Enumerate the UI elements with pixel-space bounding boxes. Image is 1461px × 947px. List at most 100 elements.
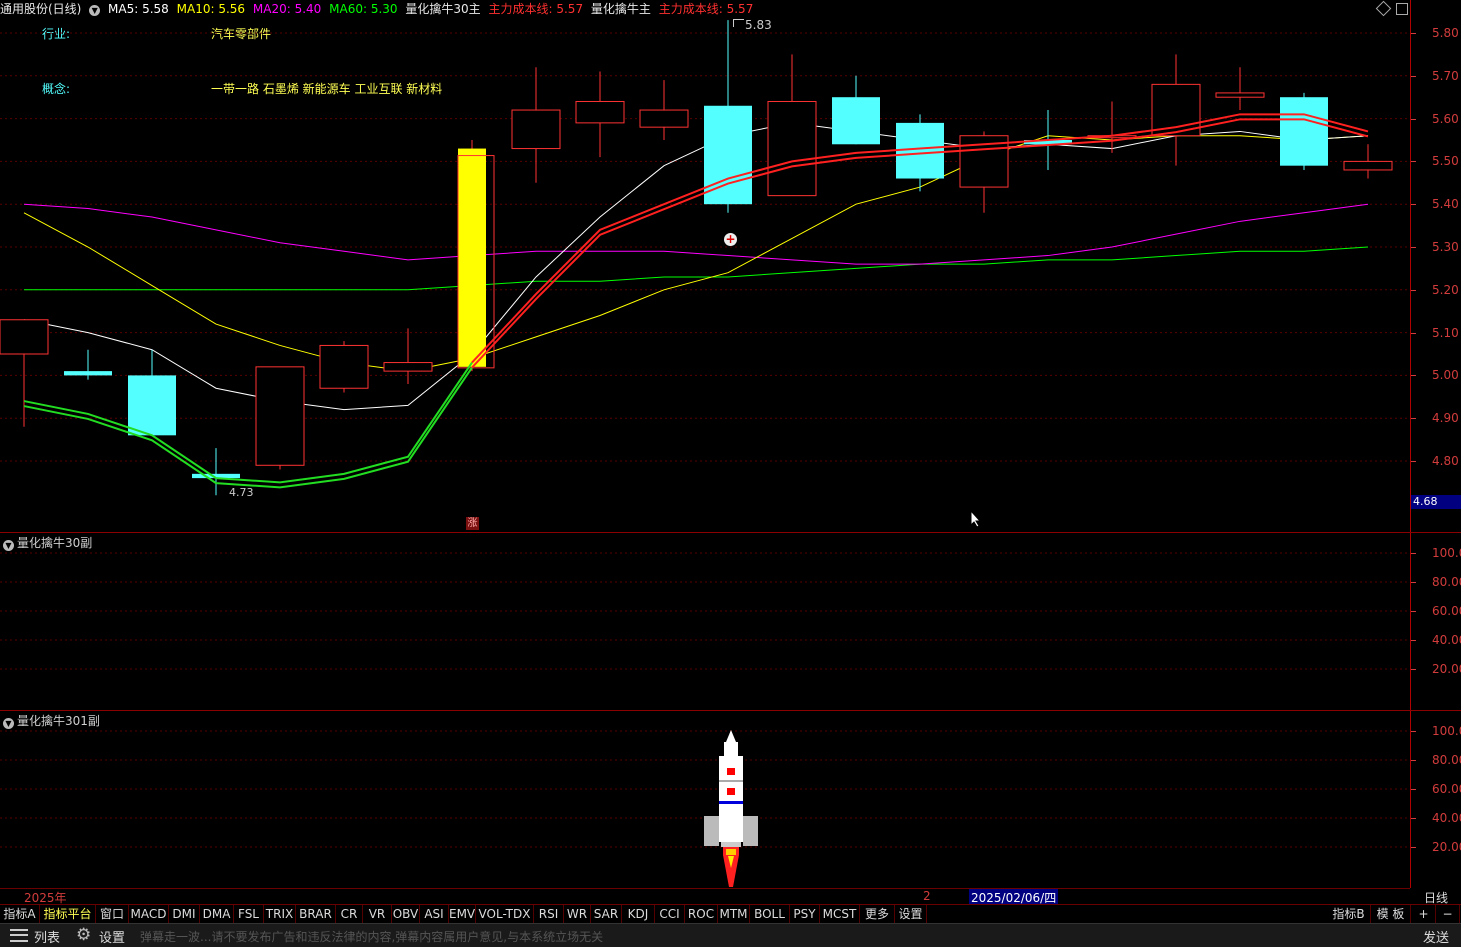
tab-KDJ[interactable]: KDJ bbox=[622, 905, 655, 923]
cost-line bbox=[23, 366, 473, 489]
price-tick bbox=[1411, 418, 1416, 420]
tab-ROC[interactable]: ROC bbox=[685, 905, 718, 923]
indicator-tick-label: 80.00 bbox=[1432, 753, 1461, 767]
indicator-tick bbox=[1411, 640, 1416, 641]
price-axis-border bbox=[1410, 0, 1411, 888]
tab-right-0[interactable]: 指标B bbox=[1327, 905, 1371, 923]
tab-BOLL[interactable]: BOLL bbox=[750, 905, 790, 923]
candlestick-chart[interactable] bbox=[0, 0, 1461, 532]
tab-设置[interactable]: 设置 bbox=[895, 905, 927, 923]
indicator-tick bbox=[1411, 669, 1416, 670]
candle-body-up bbox=[255, 366, 305, 466]
status-bar: 列表 ⚙ 设置 弹幕走一波...请不要发布广告和违反法律的内容,弹幕内容属用户意… bbox=[0, 923, 1461, 947]
limit-up-marker: 涨 bbox=[466, 517, 479, 530]
ma20-line bbox=[23, 203, 1369, 265]
tab-right-2[interactable]: + bbox=[1412, 905, 1436, 923]
sub1-panel[interactable] bbox=[0, 533, 1410, 710]
tab-MCST[interactable]: MCST bbox=[820, 905, 860, 923]
tab-EMV[interactable]: EMV bbox=[449, 905, 476, 923]
tab-VOL-TDX[interactable]: VOL-TDX bbox=[476, 905, 534, 923]
candle-body-up bbox=[1343, 160, 1393, 171]
price-tick bbox=[1411, 461, 1416, 462]
indicator-tick-label: 40.00 bbox=[1432, 633, 1461, 647]
price-tick bbox=[1411, 375, 1416, 377]
tab-TRIX[interactable]: TRIX bbox=[264, 905, 296, 923]
rocket-icon bbox=[704, 730, 758, 887]
indicator-tick bbox=[1411, 553, 1416, 554]
candle-body-up bbox=[575, 100, 625, 124]
tab-DMA[interactable]: DMA bbox=[200, 905, 234, 923]
add-marker-icon[interactable]: + bbox=[724, 233, 737, 246]
candle-body-up bbox=[639, 109, 689, 128]
indicator-tab-bar: 指标A 指标平台 窗口 MACD DMI DMA FSL TRIX BRAR CR VR OBV ASI… bbox=[0, 904, 1461, 923]
candle-body-up bbox=[1215, 92, 1265, 98]
tab-PSY[interactable]: PSY bbox=[790, 905, 820, 923]
list-button[interactable]: 列表 bbox=[34, 927, 60, 946]
price-tick-label: 5.30 bbox=[1432, 240, 1459, 254]
tab-SAR[interactable]: SAR bbox=[591, 905, 622, 923]
tab-MTM[interactable]: MTM bbox=[718, 905, 750, 923]
tab-BRAR[interactable]: BRAR bbox=[296, 905, 336, 923]
indicator-tick-label: 60.00 bbox=[1432, 782, 1461, 796]
gear-icon[interactable]: ⚙ bbox=[76, 925, 91, 945]
price-tick-label: 5.60 bbox=[1432, 111, 1459, 126]
send-button[interactable]: 发送 bbox=[1423, 927, 1449, 946]
price-tick bbox=[1411, 247, 1416, 248]
indicator-tick bbox=[1411, 847, 1416, 848]
tab-CR[interactable]: CR bbox=[336, 905, 363, 923]
price-tick-label: 5.00 bbox=[1432, 368, 1459, 383]
indicator-tick-label: 80.00 bbox=[1432, 575, 1461, 589]
tab-ASI[interactable]: ASI bbox=[420, 905, 449, 923]
price-tick bbox=[1411, 161, 1416, 163]
candle-body-down bbox=[896, 122, 944, 179]
price-tick bbox=[1411, 75, 1416, 77]
indicator-tick bbox=[1411, 760, 1416, 761]
candle-body-down bbox=[64, 371, 112, 376]
price-tick bbox=[1411, 33, 1416, 34]
date-bar: 2025年 2 2025/02/06/四 bbox=[0, 888, 1410, 905]
price-tick-label: 5.50 bbox=[1432, 154, 1459, 169]
current-price-tag: 4.68 bbox=[1411, 495, 1461, 509]
high-price-label: 5.83 bbox=[745, 18, 772, 32]
tab-指标A[interactable]: 指标A bbox=[0, 905, 40, 923]
candle-body-up bbox=[319, 344, 369, 389]
indicator-tick bbox=[1411, 611, 1416, 612]
tab-FSL[interactable]: FSL bbox=[234, 905, 264, 923]
tab-CCI[interactable]: CCI bbox=[655, 905, 685, 923]
indicator-tick-label: 60.00 bbox=[1432, 604, 1461, 618]
tab-MACD[interactable]: MACD bbox=[129, 905, 169, 923]
candle-body-down bbox=[1280, 97, 1328, 166]
tab-VR[interactable]: VR bbox=[363, 905, 392, 923]
month-label: 2 bbox=[923, 889, 931, 903]
tab-right-3[interactable]: − bbox=[1436, 905, 1460, 923]
price-tick-label: 5.70 bbox=[1432, 68, 1459, 83]
indicator-tick-label: 20.00 bbox=[1432, 840, 1461, 854]
price-tick-label: 5.10 bbox=[1432, 325, 1459, 340]
tab-DMI[interactable]: DMI bbox=[169, 905, 200, 923]
candle-body-up bbox=[767, 100, 817, 197]
indicator-tick bbox=[1411, 582, 1416, 583]
tab-right-1[interactable]: 模 板 bbox=[1371, 905, 1411, 923]
tab-窗口[interactable]: 窗口 bbox=[96, 905, 129, 923]
candle-body-down bbox=[128, 375, 176, 436]
danmaku-input[interactable]: 弹幕走一波...请不要发布广告和违反法律的内容,弹幕内容属用户意见,与本系统立场… bbox=[140, 928, 603, 945]
indicator-tick bbox=[1411, 789, 1416, 790]
indicator-tick-label: 100.0 bbox=[1432, 546, 1461, 560]
settings-button[interactable]: 设置 bbox=[99, 927, 125, 946]
tab-更多[interactable]: 更多 bbox=[860, 905, 895, 923]
tab-OBV[interactable]: OBV bbox=[392, 905, 420, 923]
ma5-line bbox=[23, 122, 1369, 411]
indicator-tick-label: 100.0 bbox=[1432, 724, 1461, 738]
price-tick bbox=[1411, 289, 1416, 291]
cursor-date-label: 2025/02/06/四 bbox=[969, 889, 1059, 905]
price-tick bbox=[1411, 118, 1416, 120]
tab-WR[interactable]: WR bbox=[564, 905, 591, 923]
indicator-tick-label: 20.00 bbox=[1432, 662, 1461, 676]
tab-指标平台[interactable]: 指标平台 bbox=[40, 905, 96, 923]
list-icon[interactable] bbox=[10, 929, 28, 942]
price-tick-label: 5.80 bbox=[1432, 26, 1459, 40]
price-tick-label: 5.20 bbox=[1432, 282, 1459, 297]
price-tick-label: 4.90 bbox=[1432, 411, 1459, 426]
candle-body-up bbox=[383, 362, 433, 372]
tab-RSI[interactable]: RSI bbox=[534, 905, 564, 923]
